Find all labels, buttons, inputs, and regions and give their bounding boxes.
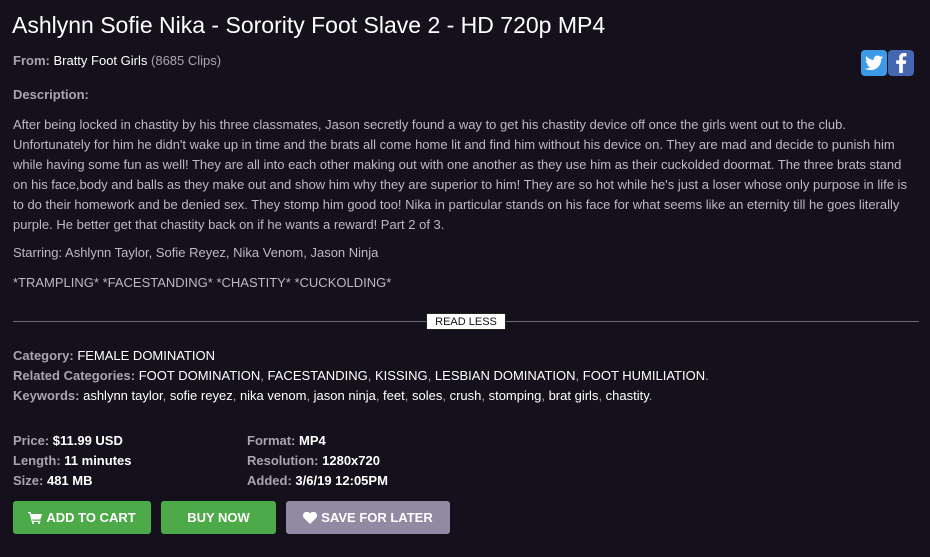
resolution-line: Resolution: 1280x720 [247,453,380,468]
save-for-later-button[interactable]: SAVE FOR LATER [286,501,450,534]
keyword-link[interactable]: feet [383,388,405,403]
starring-line: Starring: Ashlynn Taylor, Sofie Reyez, N… [13,245,379,260]
social-share [861,50,914,76]
related-category-link[interactable]: KISSING [375,368,428,383]
facebook-icon[interactable] [888,50,914,76]
keyword-link[interactable]: jason ninja [314,388,376,403]
length-label: Length: [13,453,61,468]
related-categories-line: Related Categories: FOOT DOMINATION, FAC… [13,368,709,383]
description-text: After being locked in chastity by his th… [13,117,907,232]
related-category-link[interactable]: FOOT DOMINATION [139,368,261,383]
price-line: Price: $11.99 USD [13,433,123,448]
keyword-link[interactable]: chastity [606,388,649,403]
price-label: Price: [13,433,50,448]
category-line: Category: FEMALE DOMINATION [13,348,215,363]
keywords-line: Keywords: ashlynn taylor, sofie reyez, n… [13,388,653,403]
related-category-link[interactable]: FOOT HUMILIATION [583,368,705,383]
keyword-link[interactable]: brat girls [549,388,599,403]
buy-now-label: BUY NOW [187,510,250,525]
from-label: From: [13,53,50,68]
read-less-button[interactable]: READ LESS [426,313,506,330]
added-value: 3/6/19 12:05PM [295,473,388,488]
keyword-link[interactable]: nika venom [240,388,306,403]
clip-count: (8685 Clips) [151,53,222,68]
keyword-link[interactable]: stomping [489,388,542,403]
size-label: Size: [13,473,44,488]
resolution-value: 1280x720 [322,453,380,468]
tag-line: *TRAMPLING* *FACESTANDING* *CHASTITY* *C… [13,275,392,290]
add-to-cart-label: ADD TO CART [46,510,136,525]
category-link[interactable]: FEMALE DOMINATION [77,348,215,363]
keyword-link[interactable]: sofie reyez [170,388,233,403]
category-label: Category: [13,348,74,363]
size-value: 481 MB [46,473,93,488]
cart-icon [28,511,43,524]
related-categories-label: Related Categories: [13,368,136,383]
save-for-later-label: SAVE FOR LATER [321,510,433,525]
description-label: Description: [13,87,89,102]
length-value: 11 minutes [64,453,132,468]
added-label: Added: [247,473,292,488]
related-category-link[interactable]: FACESTANDING [268,368,368,383]
add-to-cart-button[interactable]: ADD TO CART [13,501,151,534]
buy-now-button[interactable]: BUY NOW [161,501,276,534]
clip-page: Ashlynn Sofie Nika - Sorority Foot Slave… [0,0,930,557]
format-label: Format: [247,433,296,448]
added-line: Added: 3/6/19 12:05PM [247,473,388,488]
related-category-link[interactable]: LESBIAN DOMINATION [435,368,576,383]
format-line: Format: MP4 [247,433,326,448]
size-line: Size: 481 MB [13,473,93,488]
resolution-label: Resolution: [247,453,319,468]
heart-icon [303,511,318,524]
keywords-label: Keywords: [13,388,80,403]
studio-link[interactable]: Bratty Foot Girls [53,53,147,68]
studio-line: From: Bratty Foot Girls (8685 Clips) [13,53,221,68]
length-line: Length: 11 minutes [13,453,131,468]
twitter-icon[interactable] [861,50,887,76]
page-title: Ashlynn Sofie Nika - Sorority Foot Slave… [12,12,606,38]
keyword-link[interactable]: ashlynn taylor [83,388,163,403]
format-value: MP4 [299,433,326,448]
price-value: $11.99 USD [52,433,123,448]
keyword-link[interactable]: soles [412,388,442,403]
keyword-link[interactable]: crush [450,388,482,403]
